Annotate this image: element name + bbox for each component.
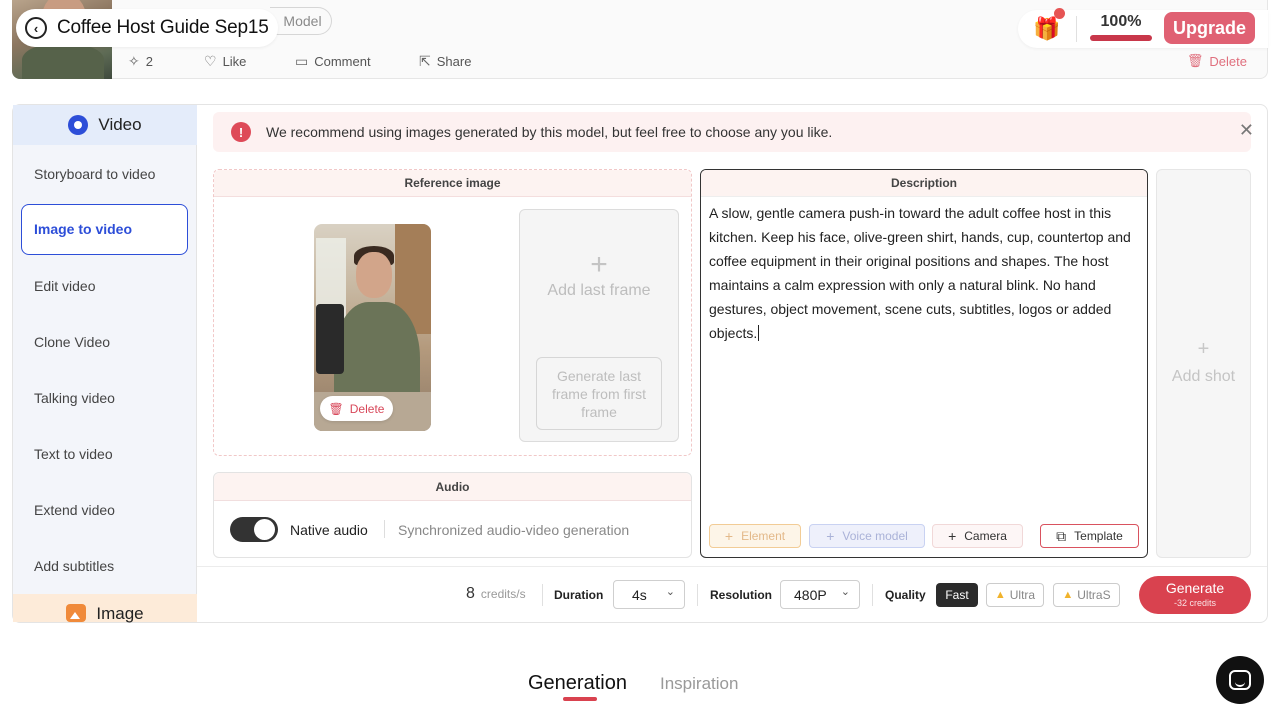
tab-inspiration[interactable]: Inspiration: [660, 674, 738, 694]
heart-icon: ♡: [204, 53, 217, 69]
divider: [697, 584, 698, 606]
usage-percent: 100%: [1100, 13, 1142, 30]
sidebar-item-label[interactable]: Image to video: [34, 221, 132, 237]
share-icon: ⇱: [419, 53, 431, 69]
video-icon: [68, 115, 89, 135]
duration-select[interactable]: 4s ⌄: [613, 580, 685, 609]
add-shot-label: Add shot: [1171, 368, 1236, 385]
comment-icon: ▭: [295, 53, 309, 69]
chevron-down-icon: ⌄: [840, 586, 850, 598]
credits-per-second: 8 credits/s: [466, 585, 526, 602]
divider: [542, 584, 543, 606]
sidebar-item-talking-video[interactable]: Talking video: [34, 390, 115, 406]
trash-icon: 🗑: [1186, 53, 1204, 68]
sidebar: [13, 105, 197, 622]
resolution-select[interactable]: 480P ⌄: [780, 580, 860, 609]
sidebar-item-storyboard-to-video[interactable]: Storyboard to video: [34, 166, 155, 182]
bolt-icon: ▲: [1062, 589, 1074, 601]
title-pill: ‹ Coffee Host Guide Sep15: [16, 9, 278, 47]
quality-ultras[interactable]: ▲ UltraS: [1053, 583, 1120, 607]
quality-fast[interactable]: Fast: [936, 583, 978, 607]
plus-icon: +: [948, 528, 957, 544]
active-tab-indicator: [563, 697, 597, 701]
recommendation-banner: ! We recommend using images generated by…: [213, 112, 1251, 152]
template-button[interactable]: ⧉ Template: [1040, 524, 1139, 548]
element-button[interactable]: + Element: [709, 524, 801, 548]
plus-icon: +: [590, 248, 608, 281]
sidebar-item-extend-video[interactable]: Extend video: [34, 502, 115, 518]
sparkle-icon: ✧: [128, 53, 140, 69]
notification-dot: [1054, 8, 1065, 19]
sync-description: Synchronized audio-video generation: [398, 522, 630, 538]
chat-icon: [1229, 670, 1251, 690]
image-icon: [66, 604, 87, 622]
generate-button[interactable]: Generate -32 credits: [1139, 576, 1251, 614]
native-audio-toggle[interactable]: [230, 517, 278, 542]
native-audio-label: Native audio: [290, 522, 368, 538]
divider: [1076, 16, 1077, 42]
tab-generation[interactable]: Generation: [528, 672, 627, 695]
plus-icon: +: [724, 528, 734, 544]
duration-label: Duration: [554, 588, 604, 602]
divider: [384, 520, 385, 538]
bolt-icon: ▲: [994, 589, 1006, 601]
chat-support-button[interactable]: [1216, 656, 1264, 704]
banner-text: We recommend using images generated by t…: [266, 124, 833, 140]
back-arrow-icon[interactable]: ‹: [25, 17, 47, 39]
like-button[interactable]: ♡ Like: [204, 53, 246, 70]
voice-model-button[interactable]: + Voice model: [809, 524, 925, 548]
quality-ultra[interactable]: ▲ Ultra: [986, 583, 1044, 607]
description-textarea[interactable]: A slow, gentle camera push-in toward the…: [709, 201, 1141, 345]
info-icon: !: [231, 122, 251, 142]
camera-button[interactable]: + Camera: [932, 524, 1023, 548]
model-pill[interactable]: Model: [270, 7, 332, 35]
sparkle-count[interactable]: ✧ 2: [128, 53, 153, 70]
share-button[interactable]: ⇱ Share: [419, 53, 471, 70]
delete-project-button[interactable]: 🗑 Delete: [1187, 53, 1247, 69]
quality-label: Quality: [885, 588, 926, 602]
comment-button[interactable]: ▭ Comment: [295, 53, 371, 70]
sidebar-item-add-subtitles[interactable]: Add subtitles: [34, 558, 114, 574]
page-title: Coffee Host Guide Sep15: [57, 17, 269, 38]
trash-icon: 🗑: [328, 401, 344, 416]
sidebar-section-image[interactable]: Image: [13, 594, 197, 623]
add-shot-button[interactable]: [1156, 169, 1251, 558]
upgrade-button[interactable]: Upgrade: [1164, 12, 1255, 44]
gift-icon[interactable]: 🎁: [1033, 16, 1060, 42]
usage-bar: [1090, 35, 1152, 41]
description-header: Description: [701, 170, 1147, 197]
sidebar-item-clone-video[interactable]: Clone Video: [34, 334, 110, 350]
sidebar-section-video[interactable]: Video: [13, 105, 197, 145]
generate-last-frame-button[interactable]: Generate last frame from first frame: [536, 357, 662, 430]
resolution-label: Resolution: [710, 588, 772, 602]
divider: [197, 566, 1267, 567]
delete-reference-button[interactable]: 🗑 Delete: [320, 396, 393, 421]
sidebar-item-text-to-video[interactable]: Text to video: [34, 446, 113, 462]
plus-icon: +: [1197, 338, 1210, 360]
sidebar-item-edit-video[interactable]: Edit video: [34, 278, 95, 294]
divider: [872, 584, 873, 606]
plus-icon: +: [826, 528, 835, 544]
template-icon: ⧉: [1056, 527, 1067, 544]
add-last-frame-label: Add last frame: [547, 282, 651, 299]
chevron-down-icon: ⌄: [665, 586, 675, 598]
close-icon[interactable]: ✕: [1239, 120, 1254, 141]
audio-header: Audio: [214, 473, 691, 501]
reference-image-header: Reference image: [214, 170, 691, 197]
